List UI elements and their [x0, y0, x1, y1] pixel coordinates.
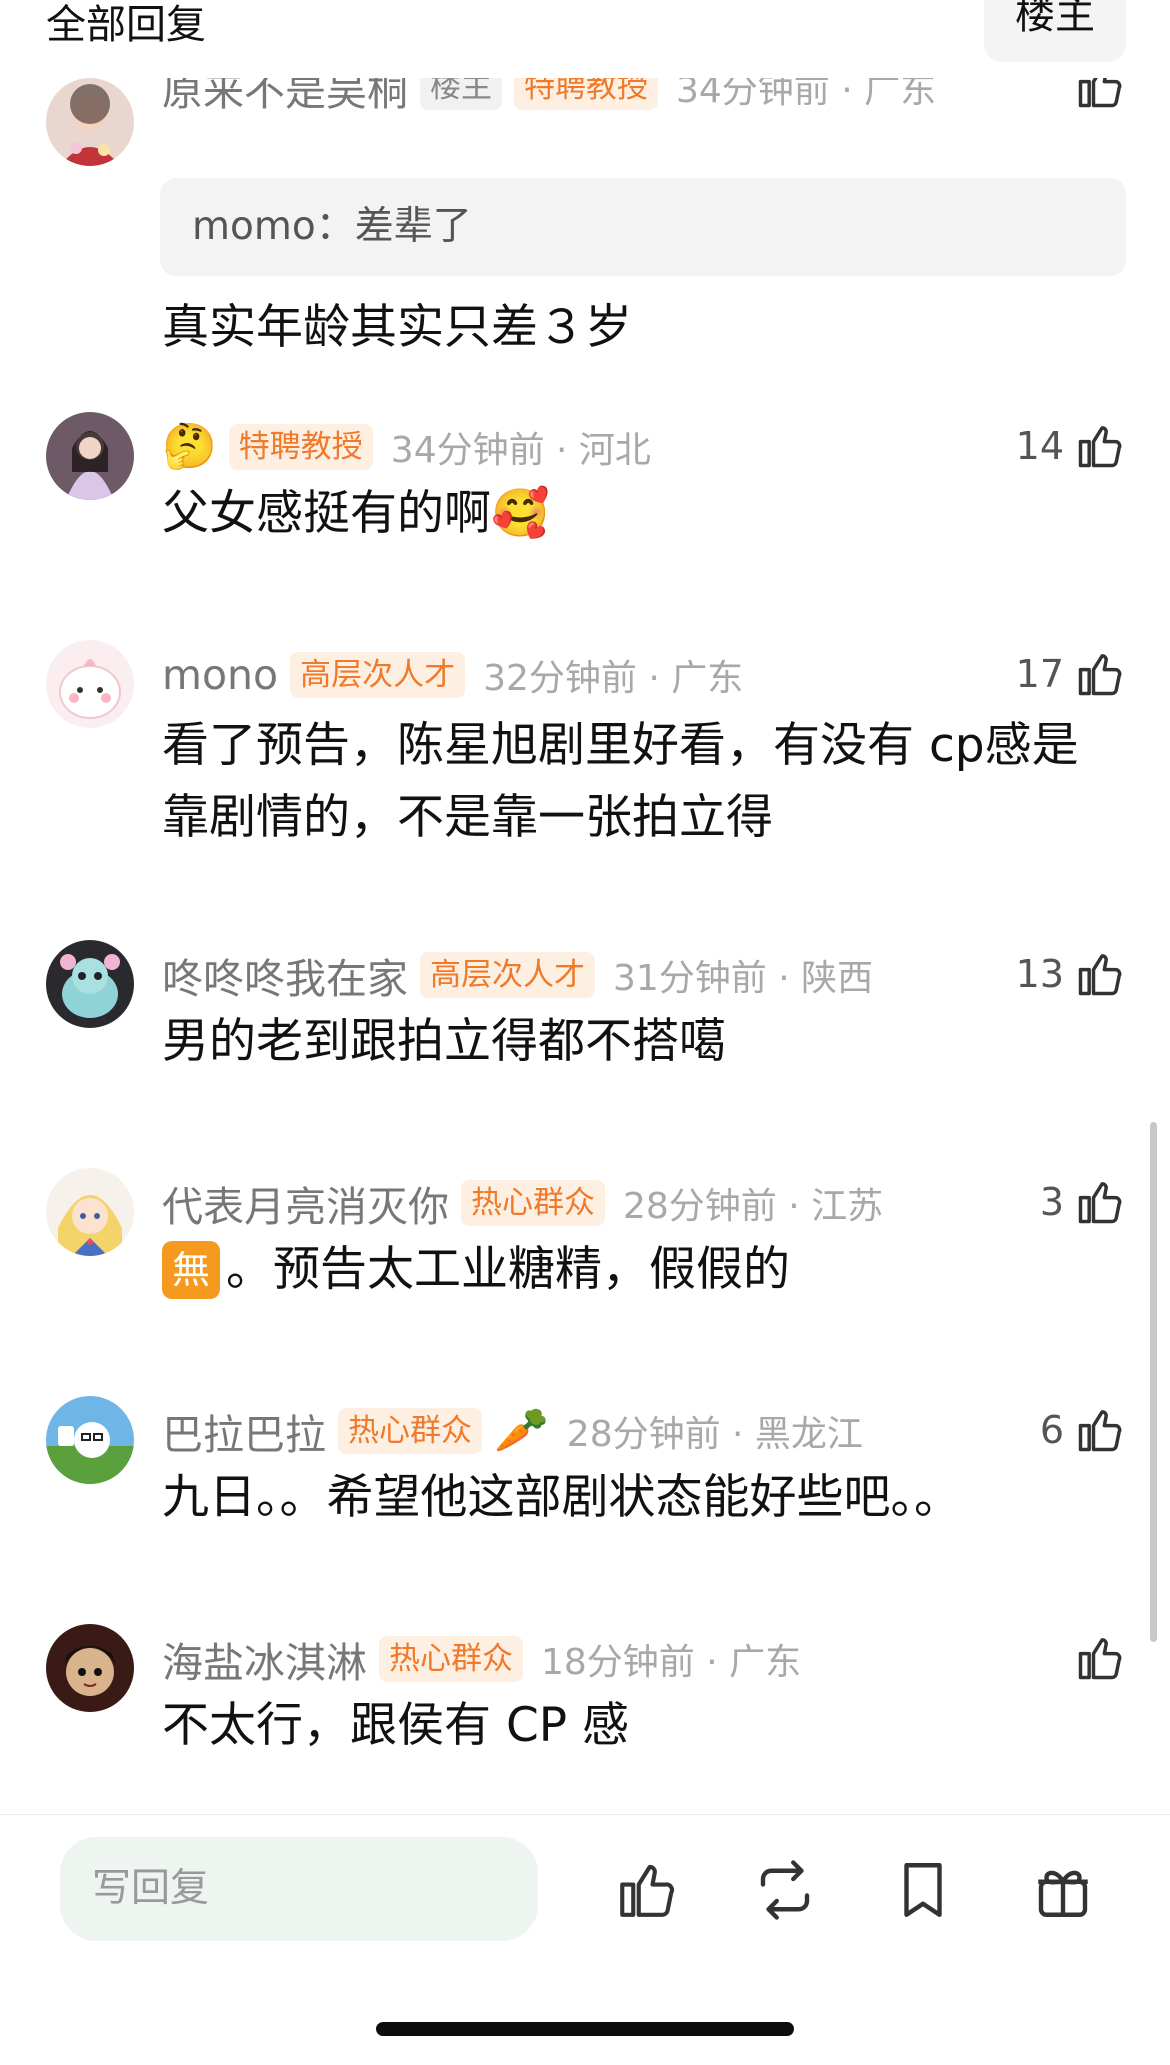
timestamp-location: 34分钟前 · 河北	[390, 430, 651, 471]
comment-text: 真实年龄其实只差３岁	[162, 300, 632, 355]
comment-meta: 巴拉巴拉 热心群众 🥕 28分钟前 · 黑龙江	[162, 1405, 863, 1460]
like-button[interactable]: 6	[1040, 1400, 1126, 1460]
user-badge: 特聘教授	[228, 424, 373, 470]
avatar[interactable]	[46, 412, 134, 500]
like-post-icon[interactable]	[614, 1857, 680, 1923]
carrot-icon: 🥕	[494, 1405, 549, 1456]
like-button[interactable]: 13	[1016, 944, 1126, 1004]
like-count: 14	[1015, 424, 1064, 468]
timestamp-location: 32分钟前 · 广东	[483, 658, 744, 699]
user-badge: 热心群众	[379, 1636, 523, 1682]
username-emoji[interactable]: 🤔	[162, 422, 217, 472]
thumb-up-icon	[1078, 954, 1122, 996]
like-count: 13	[1015, 952, 1064, 996]
comment-text: 男的老到跟拍立得都不搭噶	[162, 1014, 726, 1069]
username[interactable]: 代表月亮消灭你	[162, 1173, 449, 1233]
gift-icon[interactable]	[1030, 1857, 1096, 1923]
timestamp-location: 18分钟前 · 广东	[541, 1642, 802, 1683]
reply-input[interactable]: 写回复	[60, 1837, 538, 1941]
section-title: 全部回复	[46, 2, 206, 48]
none-emoji-icon: 無	[162, 1241, 220, 1299]
comment-text: 父女感挺有的啊🥰	[162, 486, 550, 541]
like-button[interactable]	[1074, 1628, 1126, 1688]
comment-text: 看了预告，陈星旭剧里好看，有没有 cp感是 靠剧情的，不是靠一张拍立得	[162, 710, 1122, 854]
comment-meta: mono 高层次人才 32分钟前 · 广东	[162, 650, 743, 700]
like-button[interactable]: 3	[1040, 1172, 1126, 1232]
thumb-up-icon	[1078, 426, 1122, 468]
avatar[interactable]	[46, 940, 134, 1028]
like-count: 3	[1039, 1180, 1064, 1224]
username[interactable]: mono	[162, 651, 278, 699]
comment-meta: 🤔 特聘教授 34分钟前 · 河北	[162, 422, 651, 472]
avatar[interactable]	[46, 1396, 134, 1484]
thumb-up-icon	[1078, 654, 1122, 696]
comment-text-body: 。预告太工业糖精，假假的	[226, 1242, 790, 1297]
like-button[interactable]: 17	[1016, 644, 1126, 704]
user-badge: 热心群众	[338, 1408, 482, 1454]
thumb-up-icon	[1078, 1638, 1122, 1680]
user-badge: 高层次人才	[420, 952, 595, 998]
username[interactable]: 巴拉巴拉	[162, 1401, 326, 1461]
comment-text: 不太行，跟侯有 CP 感	[162, 1698, 630, 1753]
comment-text-line: 看了预告，陈星旭剧里好看，有没有 cp感是	[162, 718, 1079, 773]
username[interactable]: 海盐冰淇淋	[162, 1629, 367, 1689]
thumb-up-icon	[1078, 1182, 1122, 1224]
quoted-reply[interactable]: momo：差辈了	[160, 178, 1126, 276]
avatar[interactable]	[46, 1168, 134, 1256]
comment-text: 九日。。希望他这部剧状态能好些吧。。	[162, 1470, 961, 1525]
avatar[interactable]	[46, 78, 134, 166]
username[interactable]: 咚咚咚我在家	[162, 945, 408, 1005]
bookmark-icon[interactable]	[890, 1857, 956, 1923]
scrollbar[interactable]	[1150, 1122, 1157, 1642]
avatar[interactable]	[46, 640, 134, 728]
op-filter-button[interactable]: 楼主	[984, 0, 1126, 62]
comment-meta: 海盐冰淇淋 热心群众 18分钟前 · 广东	[162, 1634, 802, 1687]
like-count: 6	[1039, 1408, 1064, 1452]
timestamp-location: 28分钟前 · 江苏	[623, 1186, 884, 1227]
section-header: 全部回复 楼主	[0, 0, 1170, 78]
user-badge: 高层次人才	[290, 652, 466, 698]
timestamp-location: 28分钟前 · 黑龙江	[566, 1414, 863, 1455]
comment-text: 無 。预告太工业糖精，假假的	[162, 1234, 1122, 1306]
comment-meta: 代表月亮消灭你 热心群众 28分钟前 · 江苏	[162, 1178, 884, 1231]
repost-icon[interactable]	[752, 1857, 818, 1923]
avatar[interactable]	[46, 1624, 134, 1712]
timestamp-location: 31分钟前 · 陕西	[613, 958, 874, 999]
comment-meta: 咚咚咚我在家 高层次人才 31分钟前 · 陕西	[162, 950, 874, 1003]
comment-text-line: 靠剧情的，不是靠一张拍立得	[162, 790, 773, 845]
user-badge: 热心群众	[461, 1180, 605, 1226]
like-count: 17	[1015, 652, 1064, 696]
like-button[interactable]: 14	[1016, 416, 1126, 476]
home-indicator[interactable]	[376, 2022, 794, 2036]
thumb-up-icon	[1078, 1410, 1122, 1452]
